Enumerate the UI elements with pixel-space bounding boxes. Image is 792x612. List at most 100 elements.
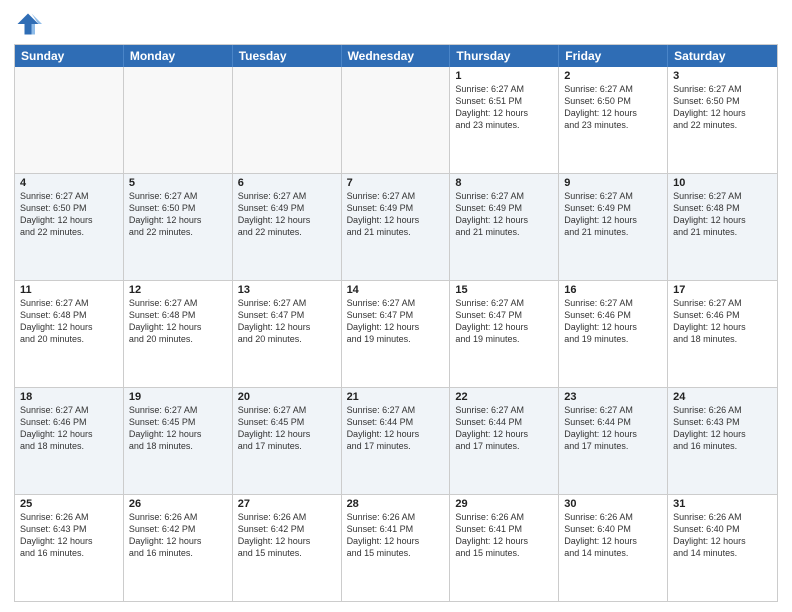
page: SundayMondayTuesdayWednesdayThursdayFrid… bbox=[0, 0, 792, 612]
weekday-header: Monday bbox=[124, 45, 233, 67]
day-info: Sunrise: 6:26 AM Sunset: 6:40 PM Dayligh… bbox=[564, 511, 662, 560]
day-info: Sunrise: 6:27 AM Sunset: 6:44 PM Dayligh… bbox=[455, 404, 553, 453]
calendar-cell: 6Sunrise: 6:27 AM Sunset: 6:49 PM Daylig… bbox=[233, 174, 342, 280]
day-info: Sunrise: 6:27 AM Sunset: 6:48 PM Dayligh… bbox=[673, 190, 772, 239]
day-number: 30 bbox=[564, 498, 662, 510]
header bbox=[14, 10, 778, 38]
calendar-cell: 22Sunrise: 6:27 AM Sunset: 6:44 PM Dayli… bbox=[450, 388, 559, 494]
day-number: 5 bbox=[129, 177, 227, 189]
calendar-body: 1Sunrise: 6:27 AM Sunset: 6:51 PM Daylig… bbox=[15, 67, 777, 601]
weekday-header: Friday bbox=[559, 45, 668, 67]
logo bbox=[14, 10, 46, 38]
calendar-cell bbox=[342, 67, 451, 173]
calendar-cell: 11Sunrise: 6:27 AM Sunset: 6:48 PM Dayli… bbox=[15, 281, 124, 387]
calendar-cell: 19Sunrise: 6:27 AM Sunset: 6:45 PM Dayli… bbox=[124, 388, 233, 494]
calendar-cell: 29Sunrise: 6:26 AM Sunset: 6:41 PM Dayli… bbox=[450, 495, 559, 601]
day-number: 17 bbox=[673, 284, 772, 296]
day-info: Sunrise: 6:27 AM Sunset: 6:51 PM Dayligh… bbox=[455, 83, 553, 132]
weekday-header: Thursday bbox=[450, 45, 559, 67]
day-info: Sunrise: 6:27 AM Sunset: 6:46 PM Dayligh… bbox=[20, 404, 118, 453]
day-info: Sunrise: 6:27 AM Sunset: 6:47 PM Dayligh… bbox=[455, 297, 553, 346]
calendar-cell: 28Sunrise: 6:26 AM Sunset: 6:41 PM Dayli… bbox=[342, 495, 451, 601]
calendar-cell: 9Sunrise: 6:27 AM Sunset: 6:49 PM Daylig… bbox=[559, 174, 668, 280]
calendar-row: 4Sunrise: 6:27 AM Sunset: 6:50 PM Daylig… bbox=[15, 173, 777, 280]
day-info: Sunrise: 6:27 AM Sunset: 6:50 PM Dayligh… bbox=[129, 190, 227, 239]
day-info: Sunrise: 6:26 AM Sunset: 6:41 PM Dayligh… bbox=[347, 511, 445, 560]
day-info: Sunrise: 6:26 AM Sunset: 6:43 PM Dayligh… bbox=[673, 404, 772, 453]
day-info: Sunrise: 6:27 AM Sunset: 6:46 PM Dayligh… bbox=[673, 297, 772, 346]
day-number: 13 bbox=[238, 284, 336, 296]
calendar-cell: 18Sunrise: 6:27 AM Sunset: 6:46 PM Dayli… bbox=[15, 388, 124, 494]
calendar-cell: 3Sunrise: 6:27 AM Sunset: 6:50 PM Daylig… bbox=[668, 67, 777, 173]
day-number: 15 bbox=[455, 284, 553, 296]
day-number: 22 bbox=[455, 391, 553, 403]
day-number: 28 bbox=[347, 498, 445, 510]
day-info: Sunrise: 6:27 AM Sunset: 6:49 PM Dayligh… bbox=[347, 190, 445, 239]
day-info: Sunrise: 6:27 AM Sunset: 6:49 PM Dayligh… bbox=[238, 190, 336, 239]
calendar-cell bbox=[15, 67, 124, 173]
day-number: 11 bbox=[20, 284, 118, 296]
day-info: Sunrise: 6:27 AM Sunset: 6:50 PM Dayligh… bbox=[673, 83, 772, 132]
calendar-cell: 7Sunrise: 6:27 AM Sunset: 6:49 PM Daylig… bbox=[342, 174, 451, 280]
day-number: 31 bbox=[673, 498, 772, 510]
day-info: Sunrise: 6:26 AM Sunset: 6:40 PM Dayligh… bbox=[673, 511, 772, 560]
calendar-cell: 12Sunrise: 6:27 AM Sunset: 6:48 PM Dayli… bbox=[124, 281, 233, 387]
day-number: 21 bbox=[347, 391, 445, 403]
day-number: 9 bbox=[564, 177, 662, 189]
calendar-cell: 16Sunrise: 6:27 AM Sunset: 6:46 PM Dayli… bbox=[559, 281, 668, 387]
calendar-cell: 2Sunrise: 6:27 AM Sunset: 6:50 PM Daylig… bbox=[559, 67, 668, 173]
day-number: 14 bbox=[347, 284, 445, 296]
calendar-cell: 25Sunrise: 6:26 AM Sunset: 6:43 PM Dayli… bbox=[15, 495, 124, 601]
day-number: 3 bbox=[673, 70, 772, 82]
day-info: Sunrise: 6:27 AM Sunset: 6:44 PM Dayligh… bbox=[564, 404, 662, 453]
day-info: Sunrise: 6:26 AM Sunset: 6:42 PM Dayligh… bbox=[238, 511, 336, 560]
calendar-cell: 15Sunrise: 6:27 AM Sunset: 6:47 PM Dayli… bbox=[450, 281, 559, 387]
day-number: 19 bbox=[129, 391, 227, 403]
calendar-cell: 31Sunrise: 6:26 AM Sunset: 6:40 PM Dayli… bbox=[668, 495, 777, 601]
day-info: Sunrise: 6:27 AM Sunset: 6:47 PM Dayligh… bbox=[347, 297, 445, 346]
calendar-cell: 5Sunrise: 6:27 AM Sunset: 6:50 PM Daylig… bbox=[124, 174, 233, 280]
calendar-cell bbox=[124, 67, 233, 173]
day-number: 8 bbox=[455, 177, 553, 189]
calendar-cell bbox=[233, 67, 342, 173]
day-number: 18 bbox=[20, 391, 118, 403]
calendar-cell: 23Sunrise: 6:27 AM Sunset: 6:44 PM Dayli… bbox=[559, 388, 668, 494]
calendar: SundayMondayTuesdayWednesdayThursdayFrid… bbox=[14, 44, 778, 602]
calendar-cell: 24Sunrise: 6:26 AM Sunset: 6:43 PM Dayli… bbox=[668, 388, 777, 494]
day-number: 25 bbox=[20, 498, 118, 510]
weekday-header: Tuesday bbox=[233, 45, 342, 67]
calendar-cell: 13Sunrise: 6:27 AM Sunset: 6:47 PM Dayli… bbox=[233, 281, 342, 387]
calendar-cell: 14Sunrise: 6:27 AM Sunset: 6:47 PM Dayli… bbox=[342, 281, 451, 387]
day-info: Sunrise: 6:27 AM Sunset: 6:49 PM Dayligh… bbox=[564, 190, 662, 239]
day-info: Sunrise: 6:27 AM Sunset: 6:50 PM Dayligh… bbox=[20, 190, 118, 239]
weekday-header: Sunday bbox=[15, 45, 124, 67]
calendar-row: 11Sunrise: 6:27 AM Sunset: 6:48 PM Dayli… bbox=[15, 280, 777, 387]
day-number: 23 bbox=[564, 391, 662, 403]
day-number: 1 bbox=[455, 70, 553, 82]
day-number: 6 bbox=[238, 177, 336, 189]
day-info: Sunrise: 6:26 AM Sunset: 6:43 PM Dayligh… bbox=[20, 511, 118, 560]
calendar-cell: 1Sunrise: 6:27 AM Sunset: 6:51 PM Daylig… bbox=[450, 67, 559, 173]
calendar-cell: 20Sunrise: 6:27 AM Sunset: 6:45 PM Dayli… bbox=[233, 388, 342, 494]
calendar-cell: 8Sunrise: 6:27 AM Sunset: 6:49 PM Daylig… bbox=[450, 174, 559, 280]
calendar-cell: 10Sunrise: 6:27 AM Sunset: 6:48 PM Dayli… bbox=[668, 174, 777, 280]
day-info: Sunrise: 6:27 AM Sunset: 6:45 PM Dayligh… bbox=[238, 404, 336, 453]
weekday-header: Saturday bbox=[668, 45, 777, 67]
calendar-cell: 26Sunrise: 6:26 AM Sunset: 6:42 PM Dayli… bbox=[124, 495, 233, 601]
day-info: Sunrise: 6:27 AM Sunset: 6:48 PM Dayligh… bbox=[129, 297, 227, 346]
day-info: Sunrise: 6:27 AM Sunset: 6:44 PM Dayligh… bbox=[347, 404, 445, 453]
day-number: 27 bbox=[238, 498, 336, 510]
day-number: 12 bbox=[129, 284, 227, 296]
day-info: Sunrise: 6:27 AM Sunset: 6:47 PM Dayligh… bbox=[238, 297, 336, 346]
calendar-header: SundayMondayTuesdayWednesdayThursdayFrid… bbox=[15, 45, 777, 67]
logo-icon bbox=[14, 10, 42, 38]
weekday-header: Wednesday bbox=[342, 45, 451, 67]
day-info: Sunrise: 6:27 AM Sunset: 6:49 PM Dayligh… bbox=[455, 190, 553, 239]
day-number: 4 bbox=[20, 177, 118, 189]
day-info: Sunrise: 6:26 AM Sunset: 6:42 PM Dayligh… bbox=[129, 511, 227, 560]
day-info: Sunrise: 6:27 AM Sunset: 6:45 PM Dayligh… bbox=[129, 404, 227, 453]
day-number: 16 bbox=[564, 284, 662, 296]
calendar-cell: 17Sunrise: 6:27 AM Sunset: 6:46 PM Dayli… bbox=[668, 281, 777, 387]
day-number: 10 bbox=[673, 177, 772, 189]
day-info: Sunrise: 6:27 AM Sunset: 6:48 PM Dayligh… bbox=[20, 297, 118, 346]
